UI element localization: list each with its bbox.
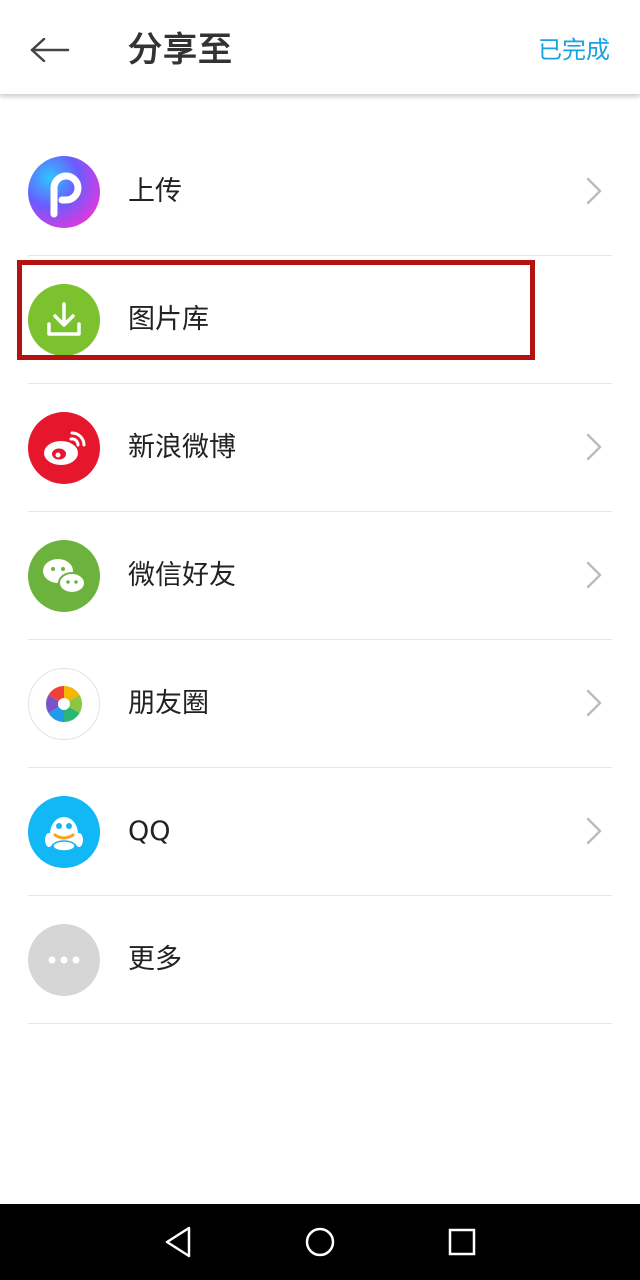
share-item-label: 上传 xyxy=(128,176,182,207)
circle-home-icon xyxy=(305,1227,335,1257)
share-item-more[interactable]: 更多 xyxy=(0,896,640,1024)
share-item-label: 图片库 xyxy=(128,304,209,335)
share-item-qq[interactable]: QQ xyxy=(0,768,640,896)
share-item-gallery[interactable]: 图片库 xyxy=(0,256,640,384)
share-target-list: 上传 图片库 新浪微博 微信好友 朋友圈 QQ 更多 xyxy=(0,128,640,1024)
wechat-icon xyxy=(28,540,100,612)
chevron-right-icon xyxy=(586,561,602,589)
share-item-wechat[interactable]: 微信好友 xyxy=(0,512,640,640)
back-arrow-icon xyxy=(30,38,70,62)
picsart-icon xyxy=(28,156,100,228)
share-item-upload[interactable]: 上传 xyxy=(0,128,640,256)
weibo-icon xyxy=(28,412,100,484)
moments-icon xyxy=(28,668,100,740)
chevron-right-icon xyxy=(586,817,602,845)
back-button[interactable] xyxy=(26,28,74,72)
app-header: 分享至 已完成 xyxy=(0,0,640,95)
nav-home-button[interactable] xyxy=(300,1222,340,1262)
download-icon xyxy=(28,284,100,356)
share-item-moments[interactable]: 朋友圈 xyxy=(0,640,640,768)
square-recents-icon xyxy=(448,1228,476,1256)
system-nav-bar xyxy=(0,1204,640,1280)
nav-recents-button[interactable] xyxy=(442,1222,482,1262)
share-item-label: QQ xyxy=(128,816,171,847)
share-item-label: 新浪微博 xyxy=(128,432,236,463)
share-item-label: 微信好友 xyxy=(128,560,236,591)
share-item-label: 更多 xyxy=(128,944,182,975)
page-title: 分享至 xyxy=(128,30,233,70)
chevron-right-icon xyxy=(586,433,602,461)
divider xyxy=(28,1023,612,1024)
chevron-right-icon xyxy=(586,177,602,205)
done-button[interactable]: 已完成 xyxy=(538,33,610,67)
more-icon xyxy=(28,924,100,996)
chevron-right-icon xyxy=(586,689,602,717)
qq-icon xyxy=(28,796,100,868)
triangle-back-icon xyxy=(165,1226,191,1258)
share-item-label: 朋友圈 xyxy=(128,688,209,719)
share-item-weibo[interactable]: 新浪微博 xyxy=(0,384,640,512)
nav-back-button[interactable] xyxy=(158,1222,198,1262)
